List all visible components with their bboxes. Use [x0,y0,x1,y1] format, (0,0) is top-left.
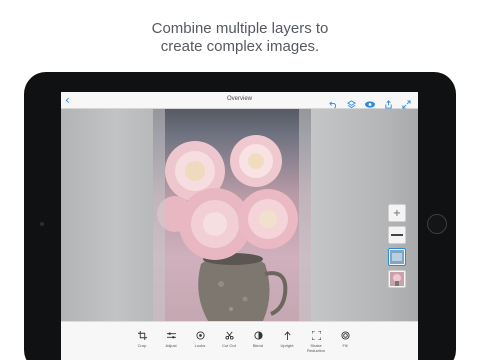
sliders-icon [166,332,176,339]
adjustment-layer-icon [391,234,403,236]
tablet-device: ‹ Overview + Crop Adjust Looks Cut Out B… [24,72,456,360]
shake-icon [311,331,321,340]
scissors-icon [224,331,234,340]
tool-looks[interactable]: Looks [185,331,215,348]
tool-label: Fill [342,343,348,348]
expand-icon[interactable] [402,96,411,109]
headline: Combine multiple layers to create comple… [0,20,480,56]
tool-blend[interactable]: Blend [243,331,273,348]
headline-line-1: Combine multiple layers to [151,20,329,37]
layer-thumb-selected[interactable] [388,248,406,266]
looks-icon [195,331,205,340]
layer-thumb-adjustment[interactable] [388,226,406,244]
tool-label: Cut Out [222,343,236,348]
home-button[interactable] [427,214,447,234]
layer-edge-left [153,109,165,321]
tool-label-line-2: Reduction [306,348,325,353]
add-layer-button[interactable]: + [388,204,406,222]
ranunculus-photo [157,135,298,321]
tool-label: Looks [194,343,206,348]
tool-label: Upright [280,343,294,348]
layer-thumbnail-image [390,250,404,264]
layers-icon[interactable] [347,96,356,109]
crop-icon [137,331,147,340]
image-canvas[interactable]: + [61,109,418,321]
tool-cut-out[interactable]: Cut Out [214,331,244,348]
tool-crop[interactable]: Crop [127,331,157,348]
bottom-toolbar: Crop Adjust Looks Cut Out Blend Upright [61,321,418,360]
tool-shake-reduction[interactable]: Shake Reduction [301,331,331,353]
tool-adjust[interactable]: Adjust [156,331,186,348]
layer-edge-right [299,109,311,321]
photo-thumbnail-image [390,272,404,286]
layer-thumb-photo[interactable] [388,270,406,288]
background-layer-left [61,109,153,321]
undo-icon[interactable] [329,96,338,109]
tool-label: Blend [252,343,264,348]
app-screen: ‹ Overview + Crop Adjust Looks Cut Out B… [61,92,418,360]
layers-panel: + [388,204,408,292]
front-camera [40,222,44,226]
upright-icon [283,331,291,340]
share-icon[interactable] [384,96,393,109]
fill-icon [340,331,350,340]
top-bar: ‹ Overview [61,92,418,109]
eye-icon[interactable] [364,96,376,108]
headline-line-2: create complex images. [160,38,320,55]
tool-fill[interactable]: Fill [330,331,360,348]
tool-label: Crop [137,343,147,348]
tool-label: Adjust [165,343,177,348]
tool-upright[interactable]: Upright [272,331,302,348]
blend-icon [253,331,263,340]
plus-icon: + [392,207,402,219]
photo-layer[interactable] [153,109,311,321]
